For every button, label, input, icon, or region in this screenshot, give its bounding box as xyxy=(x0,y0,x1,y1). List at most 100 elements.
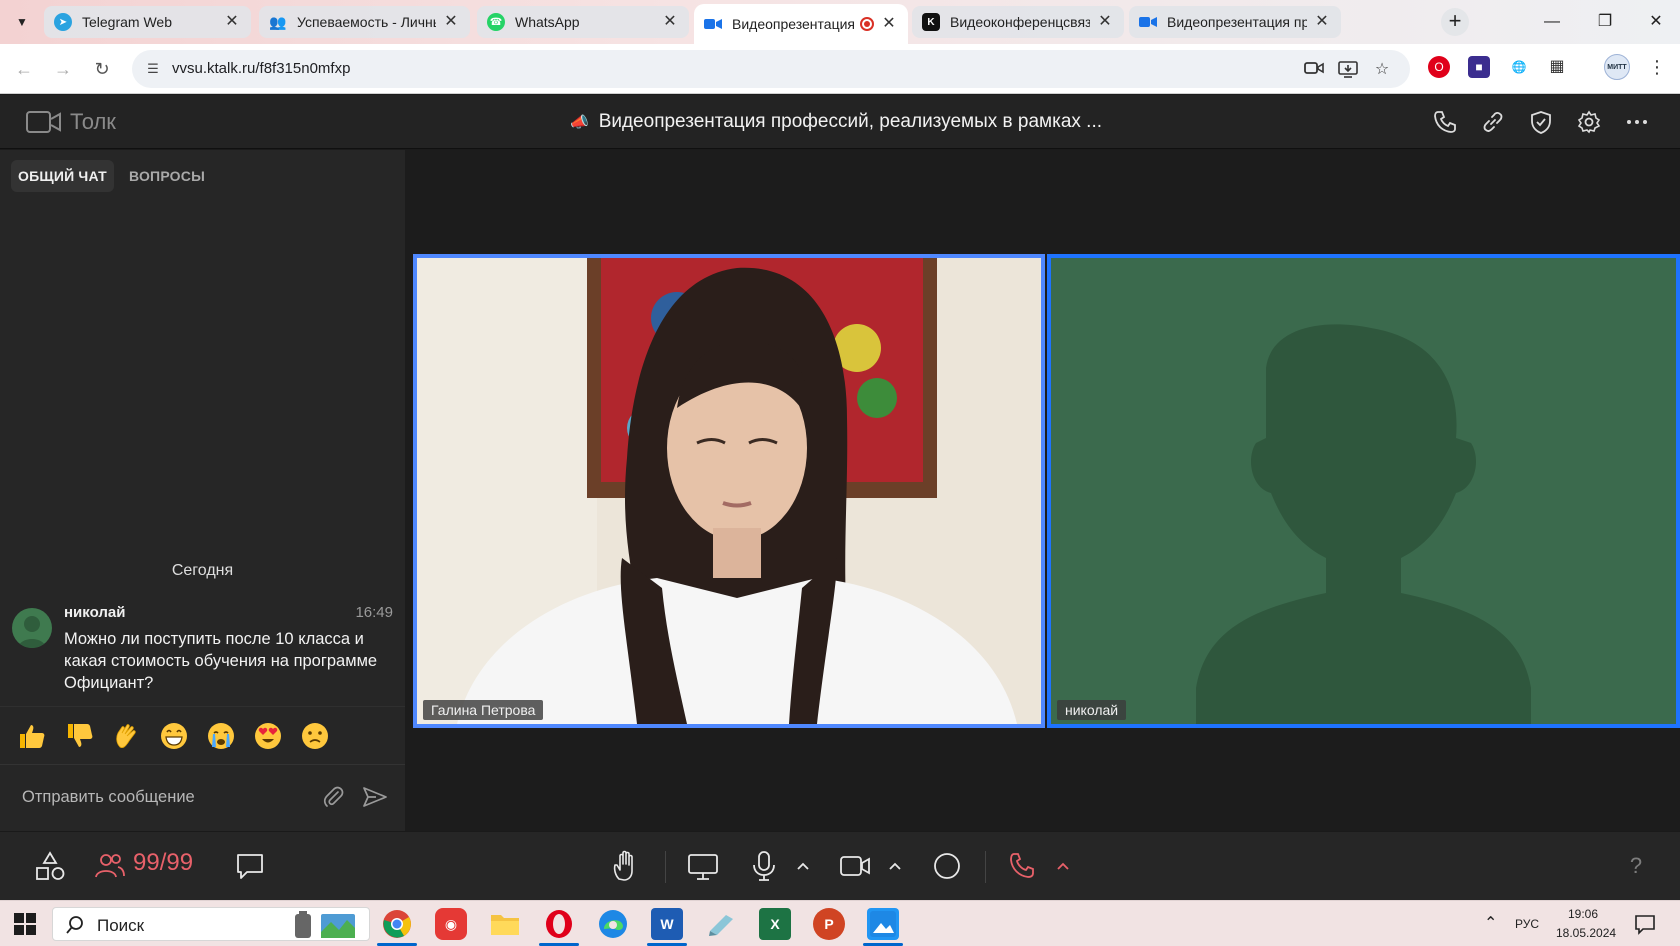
opera-taskbar-icon[interactable] xyxy=(539,908,579,946)
heart-eyes-emoji[interactable] xyxy=(253,721,283,751)
new-tab-plus-icon[interactable]: + xyxy=(1441,8,1469,36)
video-tile-galina[interactable]: Галина Петрова xyxy=(413,254,1045,728)
help-question-icon[interactable]: ? xyxy=(1620,850,1652,882)
participants-icon[interactable] xyxy=(93,849,127,883)
message-input[interactable]: Отправить сообщение xyxy=(22,788,195,807)
hang-up-options-chevron-icon[interactable] xyxy=(1055,858,1071,874)
recording-icon xyxy=(860,17,874,31)
avatar xyxy=(12,608,52,648)
message-text: Можно ли поступить после 10 класса и как… xyxy=(64,630,378,692)
camera-permission-icon[interactable] xyxy=(1304,60,1324,80)
close-tab-icon[interactable]: ✕ xyxy=(442,13,460,31)
screen-share-icon[interactable] xyxy=(686,849,720,883)
divider xyxy=(665,851,666,883)
crying-emoji[interactable] xyxy=(206,721,236,751)
photos-taskbar-icon[interactable] xyxy=(863,908,903,946)
install-app-icon[interactable] xyxy=(1338,60,1358,80)
message-composer: Отправить сообщение xyxy=(0,764,405,831)
thumbs-up-emoji[interactable] xyxy=(17,721,47,751)
taskbar-search[interactable]: Поиск xyxy=(52,907,370,941)
thumbs-down-emoji[interactable] xyxy=(65,721,95,751)
notification-center-icon[interactable] xyxy=(1634,913,1656,935)
globe-extension-icon[interactable]: 🌐 xyxy=(1508,56,1530,78)
message-time: 16:49 xyxy=(355,604,393,621)
video-icon xyxy=(704,15,722,33)
clock-time[interactable]: 19:06 xyxy=(1568,907,1598,921)
tab-video-presentation-2[interactable]: Видеопрезентация профе ✕ xyxy=(1129,6,1341,38)
tab-whatsapp[interactable]: ☎ WhatsApp ✕ xyxy=(477,6,689,38)
screen-recorder-taskbar-icon[interactable]: ◉ xyxy=(435,908,467,940)
close-tab-icon[interactable]: ✕ xyxy=(1313,13,1331,31)
participants-count[interactable]: 99/99 xyxy=(133,849,193,877)
waving-hand-emoji[interactable] xyxy=(112,721,142,751)
grinning-emoji[interactable] xyxy=(159,721,189,751)
site-info-icon[interactable]: ☰ xyxy=(144,60,162,78)
microphone-icon[interactable] xyxy=(747,849,781,883)
camera-options-chevron-icon[interactable] xyxy=(887,858,903,874)
app-header: Толк 📣 Видеопрезентация профессий, реали… xyxy=(0,95,1680,149)
browser-menu-icon[interactable]: ⋮ xyxy=(1646,56,1668,78)
clock-date[interactable]: 18.05.2024 xyxy=(1556,926,1616,940)
edge-taskbar-icon[interactable] xyxy=(597,908,629,940)
excel-taskbar-icon[interactable]: X xyxy=(759,908,791,940)
microphone-options-chevron-icon[interactable] xyxy=(795,858,811,874)
tab-telegram[interactable]: ➤ Telegram Web ✕ xyxy=(44,6,251,38)
address-bar[interactable]: ☰ vvsu.ktalk.ru/f8f315n0mfxp ☆ xyxy=(132,50,1410,88)
phone-icon[interactable] xyxy=(1432,109,1458,135)
tab-title: Успеваемость - Личные к xyxy=(297,14,436,30)
paperclip-icon[interactable] xyxy=(322,785,346,809)
tray-expand-chevron-icon[interactable]: ⌃ xyxy=(1484,913,1497,933)
tab-videoconference[interactable]: K Видеоконференцсвязь ро ✕ xyxy=(912,6,1124,38)
camera-icon[interactable] xyxy=(838,849,872,883)
tab-grades[interactable]: 👥 Успеваемость - Личные к ✕ xyxy=(259,6,470,38)
taskbar-search-label: Поиск xyxy=(97,916,145,935)
browser-tab-strip: ▼ ➤ Telegram Web ✕ 👥 Успеваемость - Личн… xyxy=(0,0,1680,44)
video-tile-nikolay[interactable]: николай xyxy=(1047,254,1680,728)
whatsapp-icon: ☎ xyxy=(487,13,505,31)
close-tab-icon[interactable]: ✕ xyxy=(223,13,241,31)
close-tab-icon[interactable]: ✕ xyxy=(1096,13,1114,31)
notes-app-taskbar-icon[interactable] xyxy=(705,908,737,940)
file-explorer-taskbar-icon[interactable] xyxy=(489,908,521,940)
extension-colorful-icon[interactable]: ■ xyxy=(1468,56,1490,78)
confused-emoji[interactable] xyxy=(300,721,330,751)
more-options-icon[interactable] xyxy=(1624,109,1650,135)
settings-gear-icon[interactable] xyxy=(1576,109,1602,135)
powerpoint-taskbar-icon[interactable]: P xyxy=(813,908,845,940)
tab-search-chevron-icon[interactable]: ▼ xyxy=(10,11,34,33)
reload-icon[interactable]: ↻ xyxy=(88,55,116,83)
chat-bubble-icon[interactable] xyxy=(233,849,267,883)
bookmark-star-icon[interactable]: ☆ xyxy=(1372,60,1392,80)
back-arrow-icon[interactable]: ← xyxy=(10,55,38,83)
raise-hand-icon[interactable] xyxy=(609,849,643,883)
close-tab-icon[interactable]: ✕ xyxy=(661,13,679,31)
shapes-apps-icon[interactable] xyxy=(33,849,67,883)
chrome-taskbar-icon[interactable] xyxy=(377,908,417,946)
restore-icon[interactable]: ❐ xyxy=(1585,8,1625,36)
send-icon[interactable] xyxy=(362,785,388,809)
close-window-icon[interactable]: ✕ xyxy=(1636,8,1676,36)
tab-questions[interactable]: ВОПРОСЫ xyxy=(122,160,212,192)
record-circle-icon[interactable] xyxy=(930,849,964,883)
word-taskbar-icon[interactable]: W xyxy=(647,908,687,946)
conference-title-text: Видеопрезентация профессий, реализуемых … xyxy=(598,111,1103,132)
app-logo: Толк xyxy=(26,109,116,135)
tab-video-presentation-active[interactable]: Видеопрезентация пр ✕ xyxy=(694,4,908,44)
windows-start-icon[interactable] xyxy=(14,913,36,935)
link-icon[interactable] xyxy=(1480,109,1506,135)
telegram-icon: ➤ xyxy=(54,13,72,31)
call-controls-bar: 99/99 ? xyxy=(0,831,1680,900)
minimize-icon[interactable]: — xyxy=(1532,8,1572,36)
url-text[interactable]: vvsu.ktalk.ru/f8f315n0mfxp xyxy=(172,60,350,77)
language-indicator[interactable]: РУС xyxy=(1515,917,1539,931)
people-icon: 👥 xyxy=(269,13,287,30)
close-tab-icon[interactable]: ✕ xyxy=(880,15,898,33)
tab-general-chat[interactable]: ОБЩИЙ ЧАТ xyxy=(11,160,114,192)
hang-up-icon[interactable] xyxy=(1006,849,1040,883)
extensions-puzzle-icon[interactable]: ▦ xyxy=(1546,56,1568,78)
profile-avatar[interactable]: МИТТ xyxy=(1604,54,1630,80)
shield-check-icon[interactable] xyxy=(1528,109,1554,135)
k-icon: K xyxy=(922,13,940,31)
opera-extension-icon[interactable]: O xyxy=(1428,56,1450,78)
forward-arrow-icon[interactable]: → xyxy=(49,55,77,83)
